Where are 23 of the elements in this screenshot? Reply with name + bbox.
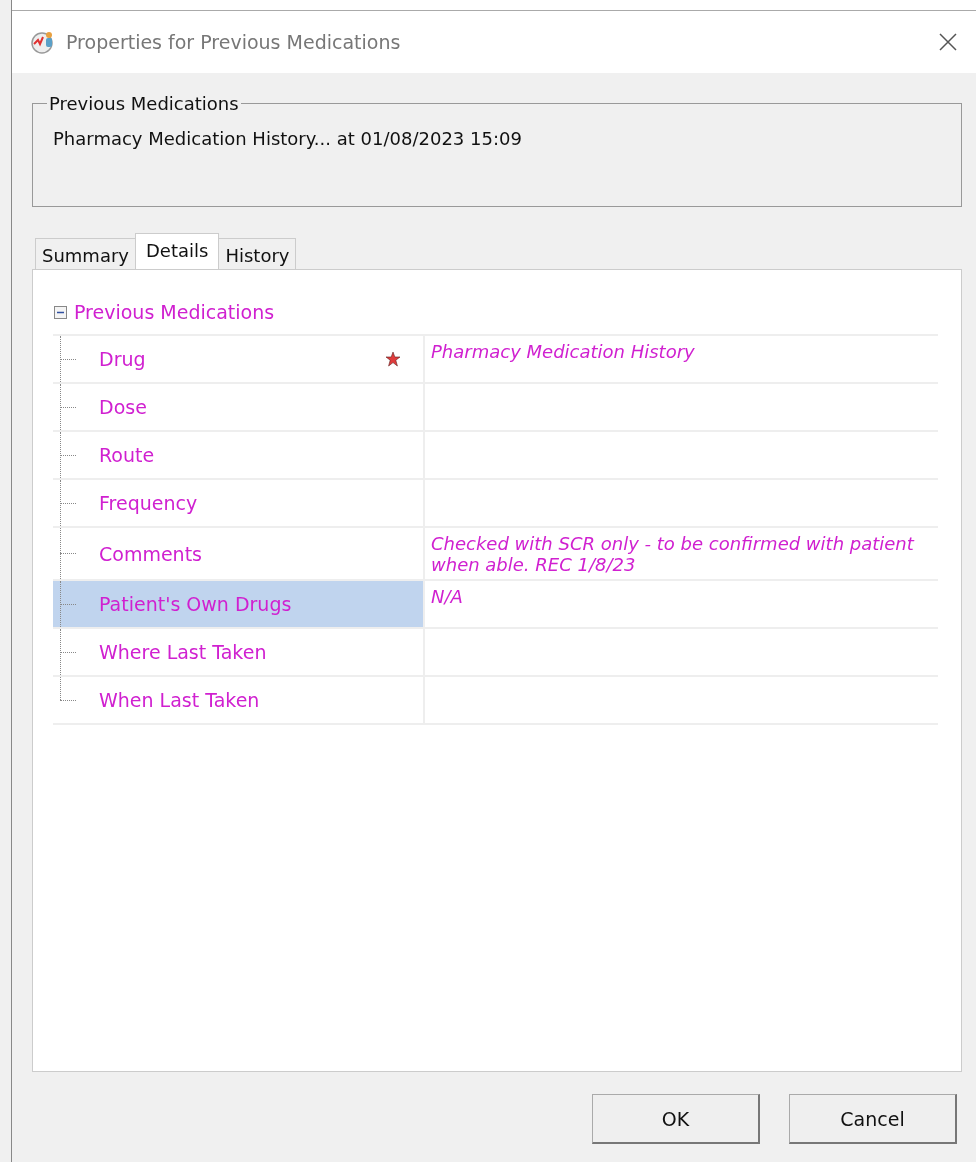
record-summary: Pharmacy Medication History... at 01/08/2023 15:09: [53, 128, 523, 149]
property-name[interactable]: Drug: [53, 336, 425, 382]
close-icon[interactable]: [938, 32, 958, 52]
property-name[interactable]: Patient's Own Drugs: [53, 581, 425, 628]
property-name[interactable]: Route: [53, 432, 425, 478]
app-icon: [30, 29, 56, 55]
property-name[interactable]: Comments: [53, 528, 425, 580]
group-title: Previous Medications: [48, 93, 240, 114]
property-value: Checked with SCR only - to be confirmed with patient when able. REC 1/8/23: [431, 534, 916, 576]
property-name[interactable]: Dose: [53, 384, 425, 430]
tab[interactable]: History: [218, 238, 297, 269]
dialog-button[interactable]: Cancel: [789, 1094, 957, 1144]
dialog-button[interactable]: OK: [592, 1094, 760, 1144]
property-value: N/A: [431, 587, 464, 609]
property-name[interactable]: Where Last Taken: [53, 629, 425, 676]
window-title: Properties for Previous Medications: [66, 31, 402, 53]
tree-node[interactable]: Previous Medications: [74, 301, 275, 323]
property-name[interactable]: When Last Taken: [53, 677, 425, 724]
property-name[interactable]: Frequency: [53, 480, 425, 526]
tab[interactable]: Details: [135, 233, 220, 269]
tab[interactable]: Summary: [35, 238, 136, 269]
property-value: Pharmacy Medication History: [431, 342, 696, 363]
collapse-icon[interactable]: [54, 305, 67, 319]
